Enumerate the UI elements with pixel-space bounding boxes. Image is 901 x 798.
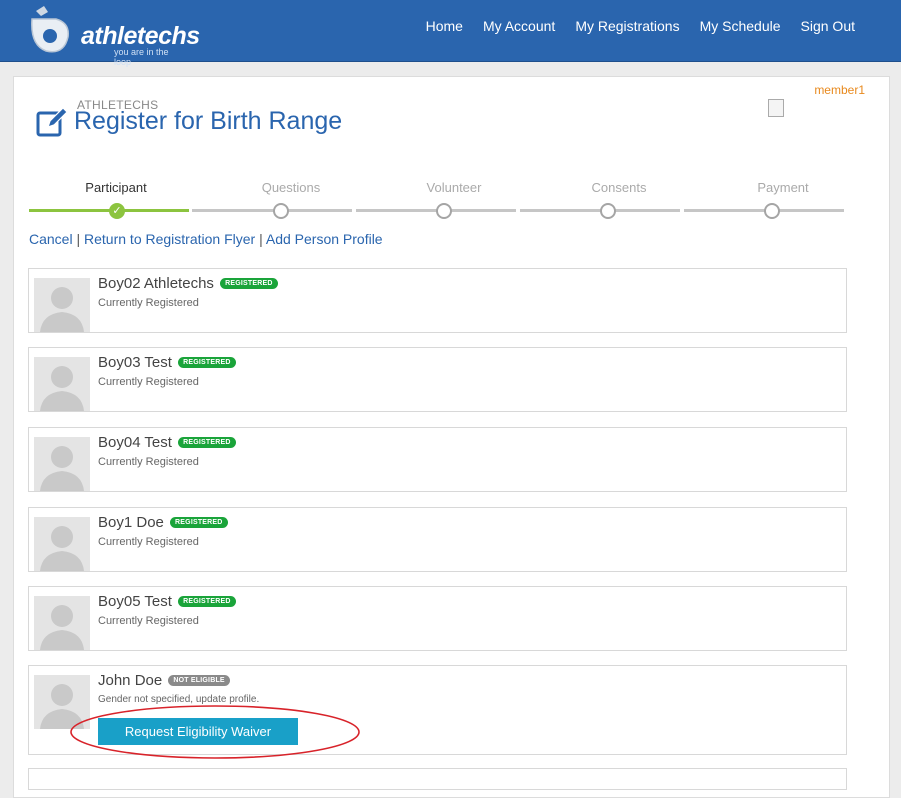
participant-card[interactable]: John Doe NOT ELIGIBLE Gender not specifi… (28, 665, 847, 755)
status-badge: REGISTERED (178, 596, 236, 607)
nav-home[interactable]: Home (426, 18, 463, 34)
participant-status: Currently Registered (98, 536, 199, 548)
participant-card[interactable]: Boy05 Test REGISTERED Currently Register… (28, 586, 847, 651)
broken-image-icon (768, 99, 784, 117)
status-badge: NOT ELIGIBLE (168, 675, 230, 686)
step-consents-dot (600, 203, 616, 219)
main-nav: Home My Account My Registrations My Sche… (426, 18, 855, 34)
return-to-flyer-link[interactable]: Return to Registration Flyer (84, 231, 255, 247)
nav-my-registrations[interactable]: My Registrations (575, 18, 679, 34)
status-badge: REGISTERED (220, 278, 278, 289)
edit-icon (36, 107, 68, 137)
participant-card[interactable]: Boy03 Test REGISTERED Currently Register… (28, 347, 847, 412)
participant-name: Boy1 Doe (98, 514, 164, 531)
step-questions-dot (273, 203, 289, 219)
participant-name-row: Boy02 Athletechs REGISTERED (98, 275, 278, 292)
action-links: Cancel | Return to Registration Flyer | … (29, 231, 383, 247)
username-label[interactable]: member1 (814, 83, 865, 97)
participant-name-row: Boy1 Doe REGISTERED (98, 514, 228, 531)
participant-status: Currently Registered (98, 376, 199, 388)
avatar-placeholder-icon (34, 596, 90, 650)
nav-my-schedule[interactable]: My Schedule (700, 18, 781, 34)
whistle-icon (31, 6, 69, 53)
participant-name: Boy05 Test (98, 593, 172, 610)
athletechs-logo[interactable]: athletechs you are in the loop (28, 5, 200, 67)
participant-status: Gender not specified, update profile. (98, 694, 260, 705)
nav-sign-out[interactable]: Sign Out (801, 18, 855, 34)
cancel-link[interactable]: Cancel (29, 231, 73, 247)
participant-name-row: John Doe NOT ELIGIBLE (98, 672, 230, 689)
participant-name: Boy04 Test (98, 434, 172, 451)
separator: | (259, 231, 263, 247)
status-badge: REGISTERED (170, 517, 228, 528)
nav-my-account[interactable]: My Account (483, 18, 555, 34)
step-consents-label: Consents (591, 180, 647, 195)
avatar-placeholder-icon (34, 517, 90, 571)
participant-card[interactable]: Boy04 Test REGISTERED Currently Register… (28, 427, 847, 492)
participant-name: John Doe (98, 672, 163, 689)
avatar-placeholder-icon (34, 675, 90, 729)
top-navbar: athletechs you are in the loop Home My A… (0, 0, 901, 67)
step-participant-label: Participant (85, 180, 147, 195)
add-person-profile-link[interactable]: Add Person Profile (266, 231, 383, 247)
status-badge: REGISTERED (178, 357, 236, 368)
step-volunteer-label: Volunteer (426, 180, 482, 195)
step-connector (192, 209, 352, 212)
participant-status: Currently Registered (98, 615, 199, 627)
participant-name-row: Boy04 Test REGISTERED (98, 434, 236, 451)
participant-status: Currently Registered (98, 297, 199, 309)
page-title: Register for Birth Range (74, 107, 343, 135)
status-badge: REGISTERED (178, 437, 236, 448)
participant-name: Boy02 Athletechs (98, 275, 214, 292)
participant-name: Boy03 Test (98, 354, 172, 371)
step-payment-dot (764, 203, 780, 219)
logo-tagline: you are in the loop (114, 47, 169, 67)
step-payment-label: Payment (757, 180, 809, 195)
avatar-placeholder-icon (34, 278, 90, 332)
participant-name-row: Boy03 Test REGISTERED (98, 354, 236, 371)
participant-card[interactable] (28, 768, 847, 790)
request-eligibility-waiver-button[interactable]: Request Eligibility Waiver (98, 718, 298, 745)
avatar-placeholder-icon (34, 437, 90, 491)
step-volunteer-dot (436, 203, 452, 219)
avatar-placeholder-icon (34, 357, 90, 411)
step-participant-check-icon: ✓ (109, 203, 125, 219)
participant-status: Currently Registered (98, 456, 199, 468)
registration-steps: Participant Questions Volunteer Consents… (29, 177, 844, 219)
separator: | (76, 231, 81, 247)
participant-card[interactable]: Boy1 Doe REGISTERED Currently Registered (28, 507, 847, 572)
step-questions-label: Questions (261, 180, 321, 195)
participant-card[interactable]: Boy02 Athletechs REGISTERED Currently Re… (28, 268, 847, 333)
participant-name-row: Boy05 Test REGISTERED (98, 593, 236, 610)
